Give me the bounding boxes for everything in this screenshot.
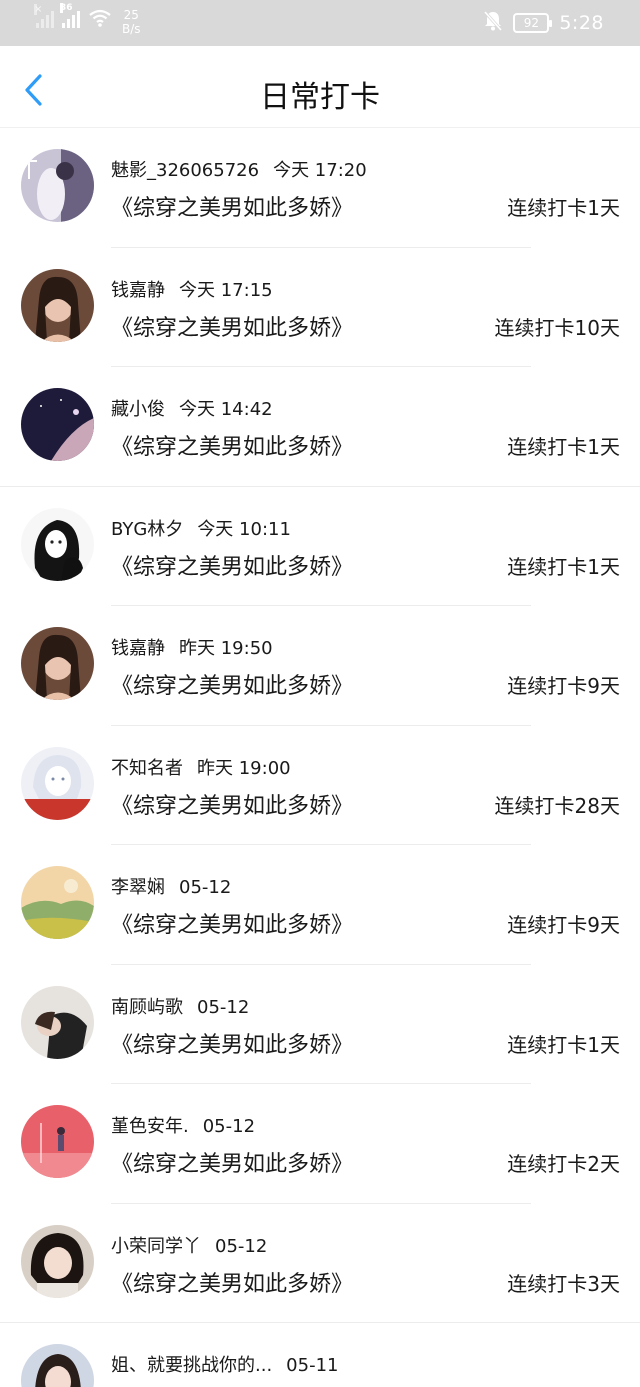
checkin-item[interactable]: 藏小俊 今天 14:42 《综穿之美男如此多娇》 连续打卡1天	[0, 367, 640, 487]
checkin-meta: BYG林夕 今天 10:11	[111, 515, 291, 541]
checkin-item[interactable]: 钱嘉静 今天 17:15 《综穿之美男如此多娇》 连续打卡10天	[0, 248, 640, 367]
checkin-meta: 小荣同学丫 05-12	[111, 1232, 267, 1258]
avatar[interactable]	[21, 507, 94, 581]
checkin-item[interactable]: 魅影_326065726 今天 17:20 《综穿之美男如此多娇》 连续打卡1天	[0, 128, 640, 248]
user-name[interactable]: 藏小俊	[111, 399, 165, 420]
avatar[interactable]	[21, 388, 94, 461]
checkin-meta: 李翠娴 05-12	[111, 873, 231, 899]
avatar[interactable]	[21, 627, 94, 700]
user-name[interactable]: 南顾屿歌	[111, 997, 183, 1018]
checkin-time: 今天 17:15	[179, 279, 273, 301]
user-name[interactable]: BYG林夕	[111, 519, 183, 540]
status-time: 5:28	[559, 12, 604, 34]
network-speed-value: 25	[123, 8, 139, 22]
book-title[interactable]: 《综穿之美男如此多娇》	[111, 788, 353, 820]
user-name[interactable]: 姐、就要挑战你的...	[111, 1355, 272, 1376]
streak-count: 连续打卡2天	[507, 1152, 620, 1176]
user-name[interactable]: 钱嘉静	[111, 638, 165, 659]
battery-level: 92	[523, 16, 539, 30]
avatar[interactable]	[21, 1105, 94, 1178]
checkin-time: 05-12	[215, 1235, 268, 1257]
checkin-meta: 堇色安年. 05-12	[111, 1112, 255, 1138]
checkin-item[interactable]: 南顾屿歌 05-12 《综穿之美男如此多娇》 连续打卡1天	[0, 965, 640, 1084]
streak-count: 连续打卡9天	[507, 674, 620, 698]
checkin-item[interactable]: 小荣同学丫 05-12 《综穿之美男如此多娇》 连续打卡3天	[0, 1204, 640, 1323]
checkin-time: 05-11	[286, 1355, 339, 1376]
streak-count: 连续打卡28天	[494, 793, 620, 818]
avatar[interactable]	[21, 268, 94, 342]
avatar[interactable]	[21, 985, 94, 1059]
streak-count: 连续打卡1天	[507, 196, 620, 220]
avatar[interactable]	[21, 746, 94, 820]
streak-count: 连续打卡9天	[507, 913, 620, 937]
book-title[interactable]: 《综穿之美男如此多娇》	[111, 668, 353, 700]
book-title[interactable]: 《综穿之美男如此多娇》	[111, 1027, 353, 1059]
streak-count: 连续打卡1天	[507, 1032, 620, 1057]
checkin-meta: 钱嘉静 今天 17:15	[111, 276, 273, 302]
checkin-meta: 不知名者 昨天 19:00	[111, 754, 291, 780]
checkin-time: 今天 17:20	[273, 160, 367, 181]
checkin-time: 昨天 19:50	[179, 638, 273, 659]
checkin-meta: 藏小俊 今天 14:42	[111, 395, 273, 421]
avatar[interactable]	[21, 866, 94, 939]
book-title[interactable]: 《综穿之美男如此多娇》	[111, 1146, 353, 1178]
streak-count: 连续打卡10天	[494, 315, 620, 340]
checkin-time: 昨天 19:00	[197, 757, 291, 779]
network-speed: 25 B/s	[122, 8, 141, 36]
checkin-item[interactable]: 堇色安年. 05-12 《综穿之美男如此多娇》 连续打卡2天	[0, 1084, 640, 1204]
avatar[interactable]	[21, 1224, 94, 1298]
checkin-meta: 魅影_326065726 今天 17:20	[111, 156, 367, 182]
checkin-meta: 南顾屿歌 05-12	[111, 993, 249, 1019]
checkin-time: 05-12	[202, 1116, 256, 1137]
sim2-signal-icon: 36	[60, 3, 80, 28]
checkin-item[interactable]: 李翠娴 05-12 《综穿之美男如此多娇》 连续打卡9天	[0, 845, 640, 965]
checkin-list: 魅影_326065726 今天 17:20 《综穿之美男如此多娇》 连续打卡1天 …	[0, 128, 640, 1387]
streak-count: 连续打卡1天	[507, 435, 620, 459]
checkin-item[interactable]: 钱嘉静 昨天 19:50 《综穿之美男如此多娇》 连续打卡9天	[0, 606, 640, 726]
bell-off-icon	[483, 10, 503, 36]
user-name[interactable]: 小荣同学丫	[111, 1236, 201, 1257]
battery-icon: 92	[513, 13, 553, 33]
book-title[interactable]: 《综穿之美男如此多娇》	[111, 429, 353, 461]
book-title[interactable]: 《综穿之美男如此多娇》	[111, 907, 353, 939]
nav-bar: 日常打卡	[0, 46, 640, 128]
network-type-label: 36	[60, 3, 73, 13]
status-left: × 36 25 B/s	[34, 3, 141, 36]
checkin-time: 今天 10:11	[197, 518, 291, 540]
wifi-icon	[88, 8, 112, 28]
network-speed-unit: B/s	[122, 22, 141, 36]
book-title[interactable]: 《综穿之美男如此多娇》	[111, 190, 353, 222]
user-name[interactable]: 钱嘉静	[111, 280, 165, 301]
streak-count: 连续打卡1天	[507, 554, 620, 579]
book-title[interactable]: 《综穿之美男如此多娇》	[111, 310, 353, 342]
sim1-signal-icon: ×	[34, 4, 54, 28]
checkin-time: 今天 14:42	[179, 399, 273, 420]
checkin-time: 05-12	[197, 996, 250, 1018]
checkin-item[interactable]: BYG林夕 今天 10:11 《综穿之美男如此多娇》 连续打卡1天	[0, 487, 640, 606]
checkin-item[interactable]: 不知名者 昨天 19:00 《综穿之美男如此多娇》 连续打卡28天	[0, 726, 640, 845]
status-right: 92 5:28	[483, 10, 604, 36]
user-name[interactable]: 堇色安年.	[111, 1116, 189, 1137]
book-title[interactable]: 《综穿之美男如此多娇》	[111, 1266, 353, 1298]
streak-count: 连续打卡3天	[507, 1271, 620, 1296]
checkin-time: 05-12	[179, 877, 232, 898]
checkin-meta: 姐、就要挑战你的... 05-11	[111, 1351, 338, 1377]
page-title: 日常打卡	[260, 80, 380, 115]
avatar[interactable]	[21, 1344, 94, 1387]
user-name[interactable]: 魅影_326065726	[111, 160, 259, 181]
status-bar: × 36 25 B/s 92 5:28	[0, 0, 640, 46]
book-title[interactable]: 《综穿之美男如此多娇》	[111, 549, 353, 581]
user-name[interactable]: 不知名者	[111, 758, 183, 779]
checkin-item[interactable]: 姐、就要挑战你的... 05-11	[0, 1323, 640, 1387]
user-name[interactable]: 李翠娴	[111, 877, 165, 898]
checkin-meta: 钱嘉静 昨天 19:50	[111, 634, 273, 660]
avatar[interactable]	[21, 149, 94, 222]
